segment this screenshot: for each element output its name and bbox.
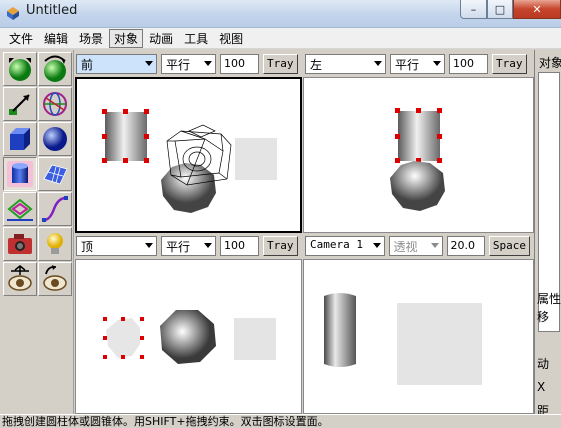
arrow-line-icon <box>9 94 30 115</box>
panel-label-motion: 动 <box>537 357 550 371</box>
cube-object[interactable] <box>235 138 277 180</box>
chevron-down-icon <box>430 243 439 248</box>
cube-object[interactable] <box>397 303 482 385</box>
top-view-toolbar: 顶 平行 100 Tray <box>76 234 304 258</box>
tool-sphere[interactable] <box>38 122 72 156</box>
tool-curve[interactable] <box>38 192 72 226</box>
chevron-down-icon <box>372 243 381 248</box>
chevron-down-icon <box>204 243 212 248</box>
blue-cylinder-icon <box>7 161 33 187</box>
front-view-scene <box>102 109 277 213</box>
blue-mesh-icon <box>43 164 68 185</box>
left-view-toolbar: 左 平行 100 Tray <box>305 52 534 76</box>
view-select[interactable]: 顶 <box>76 236 157 256</box>
lathe-icon <box>7 198 33 221</box>
tool-mesh[interactable] <box>38 157 72 191</box>
front-viewport[interactable] <box>75 77 302 233</box>
tool-light[interactable] <box>38 227 72 261</box>
cylinder-object[interactable] <box>106 318 140 358</box>
left-viewport[interactable] <box>303 77 534 233</box>
camera-viewport[interactable] <box>303 259 534 414</box>
tool-cylinder[interactable] <box>3 157 37 191</box>
tool-globe[interactable] <box>38 87 72 121</box>
menu-animation[interactable]: 动画 <box>144 29 178 48</box>
eye-move-icon <box>8 265 32 291</box>
sphere-object[interactable] <box>161 163 216 213</box>
panel-label-properties: 属性 <box>537 292 561 306</box>
curve-icon <box>42 196 68 222</box>
tool-line[interactable] <box>3 87 37 121</box>
cylinder-object[interactable] <box>324 293 356 367</box>
tray-button[interactable]: Tray <box>263 54 298 74</box>
light-bulb-icon <box>47 233 63 254</box>
menu-edit[interactable]: 编辑 <box>39 29 73 48</box>
fov-field[interactable]: 20.0 <box>446 236 485 256</box>
blue-cube-icon <box>10 128 30 150</box>
menu-view[interactable]: 视图 <box>214 29 248 48</box>
tray-button[interactable]: Tray <box>263 236 298 256</box>
cube-object[interactable] <box>234 318 276 360</box>
tool-rotate-object[interactable] <box>38 52 72 86</box>
camera-view-scene <box>324 293 482 385</box>
tool-lathe[interactable] <box>3 192 37 226</box>
menu-file[interactable]: 文件 <box>4 29 38 48</box>
menu-scene[interactable]: 场景 <box>74 29 108 48</box>
maximize-icon: □ <box>494 2 506 16</box>
blue-sphere-icon <box>43 127 67 151</box>
projection-select[interactable]: 平行 <box>390 54 445 74</box>
tool-eye-move[interactable] <box>3 262 37 296</box>
app-icon <box>7 7 19 20</box>
green-sphere-move-icon <box>9 58 31 81</box>
top-view-scene <box>103 310 276 364</box>
front-view-toolbar: 前 平行 100 Tray <box>76 52 304 76</box>
tool-move-object[interactable] <box>3 52 37 86</box>
status-bar: 拖拽创建圆柱体或圆锥体。用SHIFT+拖拽约束。双击图标设置面。 <box>0 414 561 428</box>
chevron-down-icon <box>204 61 212 66</box>
menu-tools[interactable]: 工具 <box>179 29 213 48</box>
cylinder-object[interactable] <box>105 112 147 161</box>
title-bar: Untitled – □ ✕ <box>0 0 561 28</box>
tool-cube[interactable] <box>3 122 37 156</box>
toolbox <box>0 50 74 415</box>
menu-bar: 文件 编辑 场景 对象 动画 工具 视图 <box>0 28 561 49</box>
camera-view-toolbar: Camera 1 透视 20.0 Space <box>305 234 534 258</box>
sphere-object[interactable] <box>390 161 445 211</box>
green-sphere-rotate-icon <box>44 55 66 82</box>
object-panel: 对象 属性 移 动 X 距 <box>534 50 561 418</box>
globe-grid-icon <box>43 92 67 116</box>
projection-select: 透视 <box>388 236 443 256</box>
tool-camera[interactable] <box>3 227 37 261</box>
projection-select[interactable]: 平行 <box>161 236 216 256</box>
panel-label-x: X <box>537 380 546 394</box>
tool-eye-rotate[interactable] <box>38 262 72 296</box>
chevron-down-icon <box>374 61 382 66</box>
close-icon: ✕ <box>532 2 542 16</box>
menu-object[interactable]: 对象 <box>109 28 144 48</box>
tray-button[interactable]: Tray <box>492 54 527 74</box>
projection-select[interactable]: 平行 <box>161 54 216 74</box>
close-button[interactable]: ✕ <box>513 0 561 19</box>
zoom-field[interactable]: 100 <box>220 54 259 74</box>
camera-icon <box>8 234 32 254</box>
cylinder-object[interactable] <box>398 111 440 161</box>
eye-rotate-icon <box>43 265 67 291</box>
camera-select[interactable]: Camera 1 <box>305 236 385 256</box>
chevron-down-icon <box>433 61 441 66</box>
space-button[interactable]: Space <box>488 236 530 256</box>
panel-title: 对象 <box>539 56 561 70</box>
panel-label-move: 移 <box>537 310 550 324</box>
window-title: Untitled <box>26 3 78 18</box>
chevron-down-icon <box>145 61 153 66</box>
left-view-scene <box>390 108 445 211</box>
view-select[interactable]: 前 <box>76 54 157 74</box>
sphere-object[interactable] <box>160 310 216 364</box>
view-select[interactable]: 左 <box>305 54 386 74</box>
chevron-down-icon <box>145 243 153 248</box>
zoom-field[interactable]: 100 <box>220 236 259 256</box>
top-viewport[interactable] <box>75 259 302 414</box>
zoom-field[interactable]: 100 <box>449 54 488 74</box>
minimize-button[interactable]: – <box>460 0 487 19</box>
maximize-button[interactable]: □ <box>487 0 513 19</box>
minimize-icon: – <box>470 2 477 16</box>
